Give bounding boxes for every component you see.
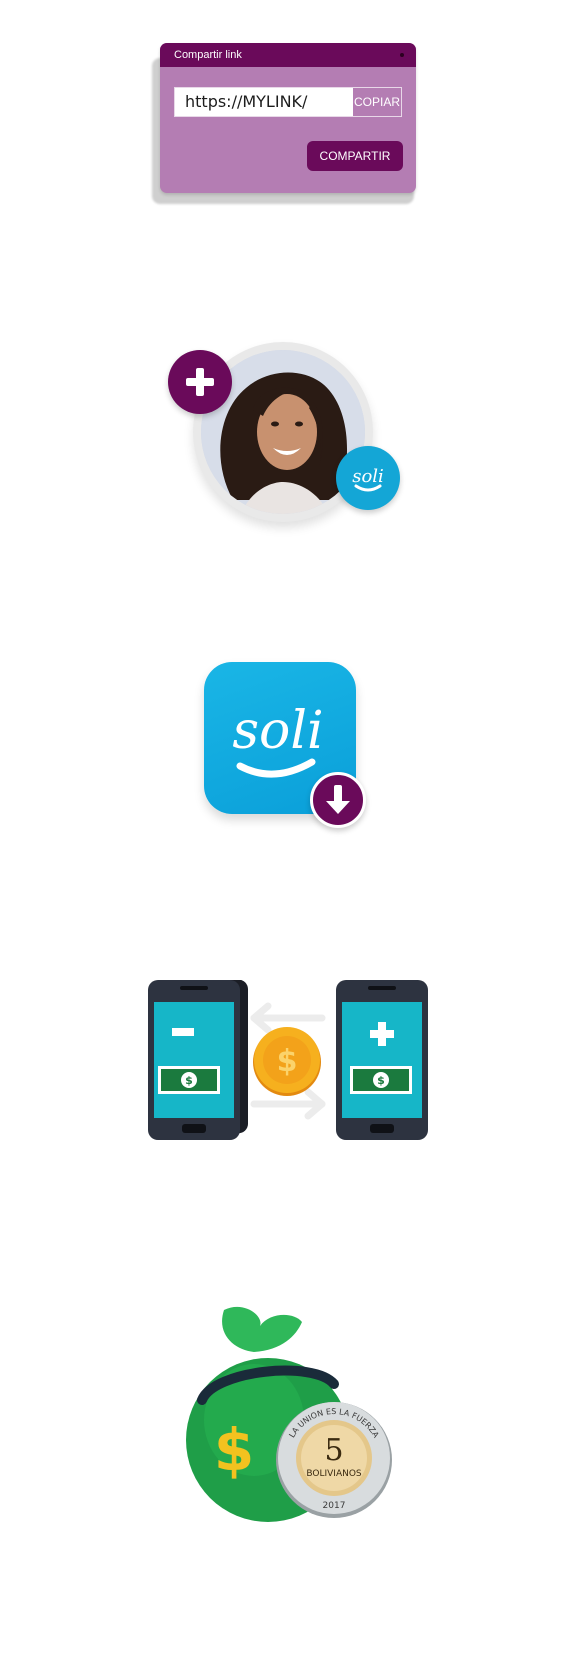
svg-text:$: $ <box>277 1044 298 1079</box>
copy-button[interactable]: COPIAR <box>351 88 401 116</box>
minus-icon <box>172 1028 194 1036</box>
share-dialog-title: Compartir link <box>160 43 416 67</box>
bill-icon: $ <box>158 1066 220 1094</box>
dialog-close-dot[interactable] <box>400 53 404 57</box>
download-arrow-icon[interactable] <box>310 772 366 828</box>
soli-badge-text: soli <box>352 466 384 487</box>
sender-phone: $ <box>148 980 248 1140</box>
link-value: https://MYLINK/ <box>185 92 308 111</box>
coin-icon: $ <box>253 1027 321 1096</box>
soli-badge-icon: soli <box>336 446 400 510</box>
coin-number: 5 <box>324 1433 343 1468</box>
svg-text:$: $ <box>377 1074 385 1087</box>
svg-text:$: $ <box>185 1074 193 1087</box>
soli-logo-text: soli <box>232 701 323 761</box>
share-button[interactable]: COMPARTIR <box>307 141 403 171</box>
coin-denomination: BOLIVIANOS <box>306 1469 362 1479</box>
link-field[interactable]: https://MYLINK/ COPIAR <box>174 87 402 117</box>
money-transfer-illustration: $ $ $ <box>148 980 428 1140</box>
add-contact-icon[interactable] <box>168 350 232 414</box>
bolivianos-coin-icon: 5 BOLIVIANOS LA UNION ES LA FUERZA 2017 <box>276 1402 392 1518</box>
svg-text:$: $ <box>214 1416 254 1484</box>
share-link-dialog: Compartir link https://MYLINK/ COPIAR CO… <box>160 43 416 193</box>
coin-year: 2017 <box>323 1501 346 1511</box>
bill-icon: $ <box>350 1066 412 1094</box>
receiver-phone: $ <box>336 980 428 1140</box>
money-bag-illustration: $ 5 BOLIVIANOS LA UNION ES LA FUERZA 201… <box>186 1306 392 1522</box>
